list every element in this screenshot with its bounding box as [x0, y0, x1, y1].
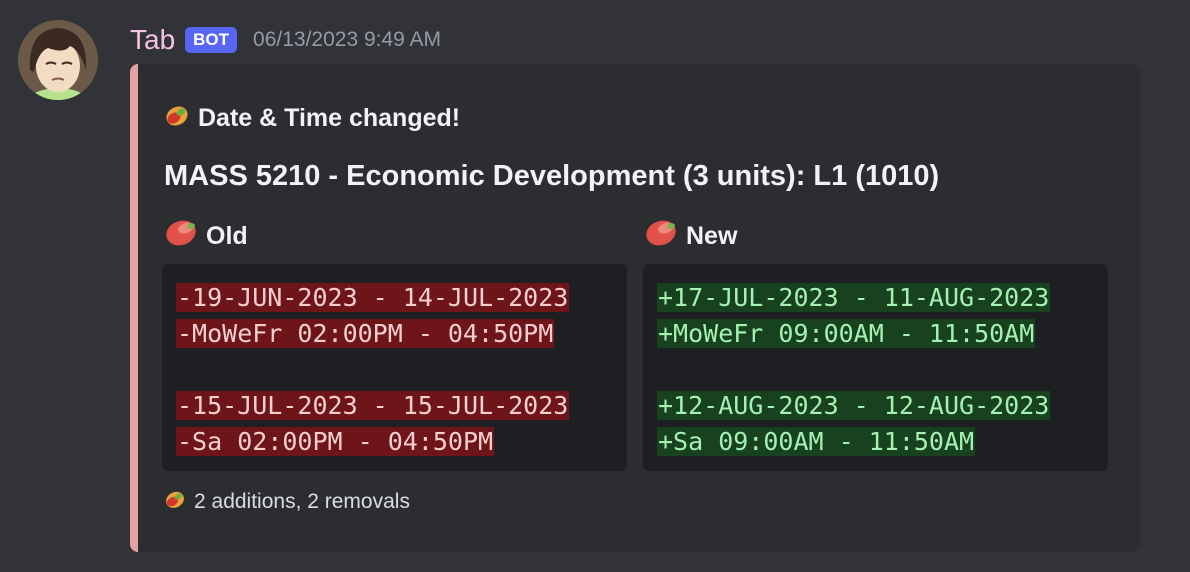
embed-author-text: Date & Time changed! [198, 104, 461, 132]
diff-line: +17-JUL-2023 - 11-AUG-2023 [657, 283, 1051, 312]
embed-title: MASS 5210 - Economic Development (3 unit… [164, 160, 940, 192]
timestamp[interactable]: 06/13/2023 9:49 AM [253, 28, 441, 52]
mango-icon [164, 488, 186, 516]
diff-line-blank [176, 352, 613, 388]
diff-line: +12-AUG-2023 - 12-AUG-2023 [657, 391, 1051, 420]
diff-line: -Sa 02:00PM - 04:50PM [176, 427, 495, 456]
diff-line: -19-JUN-2023 - 14-JUL-2023 [176, 283, 570, 312]
anime-girl-avatar-icon [18, 20, 98, 100]
diff-removed-codeblock[interactable]: -19-JUN-2023 - 14-JUL-2023 -MoWeFr 02:00… [162, 264, 627, 471]
field-new-label: New [686, 222, 738, 250]
mango-red-icon [644, 218, 678, 255]
field-new-heading: New [644, 218, 737, 255]
embed-footer: 2 additions, 2 removals [164, 488, 410, 516]
field-old-heading: Old [164, 218, 248, 255]
diff-added-codeblock[interactable]: +17-JUL-2023 - 11-AUG-2023 +MoWeFr 09:00… [643, 264, 1108, 471]
diff-line: -MoWeFr 02:00PM - 04:50PM [176, 319, 555, 348]
mango-icon [164, 102, 190, 135]
diff-line: +Sa 09:00AM - 11:50AM [657, 427, 976, 456]
username[interactable]: Tab [130, 24, 175, 56]
mango-red-icon [164, 218, 198, 255]
bot-badge: BOT [185, 27, 238, 53]
diff-line-blank [657, 352, 1094, 388]
embed-footer-text: 2 additions, 2 removals [194, 490, 410, 513]
message-header: Tab BOT 06/13/2023 9:49 AM [130, 22, 441, 58]
avatar[interactable] [18, 20, 98, 100]
diff-line: +MoWeFr 09:00AM - 11:50AM [657, 319, 1036, 348]
embed-author: Date & Time changed! [164, 102, 460, 135]
embed-card: Date & Time changed! MASS 5210 - Economi… [130, 64, 1140, 552]
field-old-label: Old [206, 222, 248, 250]
diff-line: -15-JUL-2023 - 15-JUL-2023 [176, 391, 570, 420]
